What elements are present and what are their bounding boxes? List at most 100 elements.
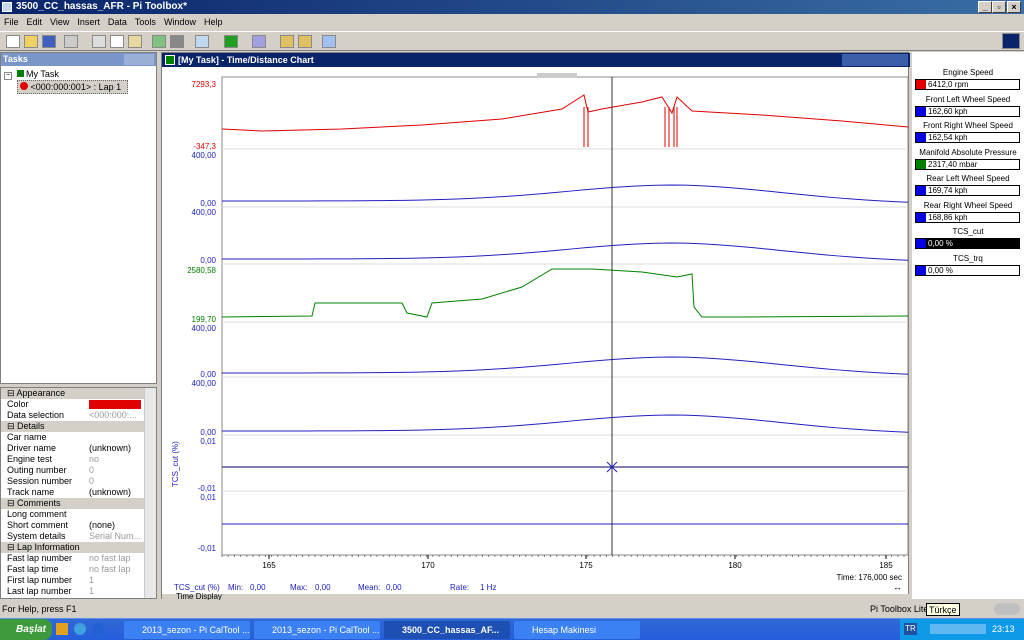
property-key: Data selection — [7, 410, 65, 420]
property-key: Engine test — [7, 454, 53, 464]
channel-label: Front Right Wheel Speed — [923, 121, 1013, 130]
property-row[interactable]: Data selection <000:000:... — [1, 410, 156, 421]
property-section-header[interactable]: ⊟ Comments — [1, 498, 156, 509]
property-row[interactable]: Car name — [1, 432, 156, 443]
task-icon — [16, 70, 24, 77]
y-axis-label: 0,00 — [200, 370, 216, 379]
start-button[interactable]: Başlat — [0, 619, 52, 640]
property-row[interactable]: Last lap number 1 — [1, 586, 156, 597]
time-readout: Time: 176,000 sec — [836, 573, 902, 582]
time-distance-chart[interactable]: 7293,3-347,3400,000,00400,000,002580,581… — [162, 67, 910, 600]
property-key: System details — [7, 531, 66, 541]
paste-icon[interactable] — [128, 35, 142, 48]
taskbar-button-pi-toolbox[interactable]: 3500_CC_hassas_AF... — [384, 621, 510, 639]
channel-label: TCS_cut — [952, 227, 984, 236]
app-icon — [2, 2, 12, 12]
copy-icon[interactable] — [110, 35, 124, 48]
taskbar-button-caltool-2[interactable]: 2013_sezon - Pi CalTool ... — [254, 621, 380, 639]
menu-insert[interactable]: Insert — [73, 17, 104, 27]
stats-mean: 0,00 — [386, 583, 402, 592]
data-icon[interactable] — [152, 35, 166, 48]
tree-item-lap[interactable]: <000:000:001> : Lap 1 — [17, 80, 129, 94]
property-row[interactable]: Color — [1, 399, 156, 410]
browser-icon[interactable] — [92, 623, 104, 635]
stats-max-label: Max: — [290, 583, 307, 592]
tree-item-my-task[interactable]: − My Task — [4, 68, 59, 80]
property-key: First lap number — [7, 575, 73, 585]
menu-file[interactable]: File — [0, 17, 23, 27]
color-icon[interactable] — [224, 35, 238, 48]
property-value: <000:000:... — [89, 410, 137, 420]
x-tick-label: 170 — [421, 561, 435, 570]
property-value: no fast lap — [89, 553, 131, 563]
display-icon[interactable] — [195, 35, 209, 48]
menu-edit[interactable]: Edit — [23, 17, 47, 27]
print-icon[interactable] — [64, 35, 78, 48]
property-row[interactable]: Fast lap number no fast lap — [1, 553, 156, 564]
properties-scrollbar[interactable] — [144, 388, 156, 598]
y-axis-label: -347,3 — [193, 142, 216, 151]
menu-window[interactable]: Window — [160, 17, 200, 27]
chart-icon — [165, 55, 175, 65]
menu-view[interactable]: View — [46, 17, 73, 27]
ie-icon[interactable] — [74, 623, 86, 635]
y-axis-label: 2580,58 — [187, 266, 216, 275]
property-key: Long comment — [7, 509, 67, 519]
collapse-icon[interactable]: − — [4, 72, 12, 80]
property-row[interactable]: Track name (unknown) — [1, 487, 156, 498]
export-icon[interactable] — [170, 35, 184, 48]
layout-icon[interactable] — [1002, 33, 1020, 49]
taskbar-button-caltool-1[interactable]: 2013_sezon - Pi CalTool ... — [124, 621, 250, 639]
taskbar-button-calculator[interactable]: Hesap Makinesi — [514, 621, 640, 639]
channel-values-panel: Engine Speed 6412,0 rpm Front Left Wheel S… — [912, 52, 1024, 599]
property-row[interactable]: Short comment (none) — [1, 520, 156, 531]
property-value: (none) — [89, 520, 116, 530]
menu-data[interactable]: Data — [104, 17, 131, 27]
property-section-header[interactable]: ⊟ Appearance — [1, 388, 156, 399]
property-row[interactable]: Fast lap time no fast lap — [1, 564, 156, 575]
panel-nav-icon[interactable] — [124, 54, 154, 65]
language-indicator[interactable]: TR — [904, 623, 917, 635]
menu-tools[interactable]: Tools — [131, 17, 160, 27]
close-button[interactable]: × — [1007, 1, 1021, 13]
property-value: 1 — [89, 575, 95, 585]
property-key: Car name — [7, 432, 47, 442]
lock-icon[interactable] — [280, 35, 294, 48]
channel-color-swatch — [916, 265, 926, 275]
property-value: (unknown) — [89, 443, 132, 453]
cut-icon[interactable] — [92, 35, 106, 48]
save-icon[interactable] — [42, 35, 56, 48]
property-key: Fast lap time — [7, 564, 59, 574]
property-row[interactable]: System details Serial Num... — [1, 531, 156, 542]
properties-panel: ⊟ Appearance Color Data selection <000:000:… — [0, 387, 157, 599]
help-icon[interactable] — [322, 35, 336, 48]
channel-value: 162,60 kph — [915, 105, 1020, 117]
new-icon[interactable] — [6, 35, 20, 48]
property-section-header[interactable]: ⊟ Lap Information — [1, 542, 156, 553]
property-row[interactable]: First lap number 1 — [1, 575, 156, 586]
property-row[interactable]: Driver name (unknown) — [1, 443, 156, 454]
open-icon[interactable] — [24, 35, 38, 48]
minimize-button[interactable]: _ — [978, 1, 992, 13]
property-value: no — [89, 454, 100, 464]
property-section-header[interactable]: ⊟ Details — [1, 421, 156, 432]
property-row[interactable]: Engine test no — [1, 454, 156, 465]
chart-window: [My Task] - Time/Distance Chart 7293,3 -3… — [161, 52, 910, 600]
property-row[interactable]: Session number 0 — [1, 476, 156, 487]
tray-icons[interactable] — [930, 624, 986, 634]
maximize-button[interactable]: ▫ — [992, 1, 1006, 13]
property-value: (unknown) — [89, 487, 132, 497]
property-key: Session number — [7, 476, 73, 486]
resize-arrows-icon: ↔ — [893, 582, 902, 592]
unlock-icon[interactable] — [298, 35, 312, 48]
tools-icon[interactable] — [252, 35, 266, 48]
chart-window-controls-icon[interactable] — [842, 54, 908, 66]
channel-color-swatch — [916, 159, 926, 169]
time-display-tab[interactable]: Time Display — [176, 592, 222, 600]
y-axis-label: 400,00 — [192, 324, 217, 333]
property-row[interactable]: Long comment — [1, 509, 156, 520]
quicklaunch-icon[interactable] — [56, 623, 68, 635]
property-key: Last lap number — [7, 586, 72, 596]
property-row[interactable]: Outing number 0 — [1, 465, 156, 476]
menu-help[interactable]: Help — [200, 17, 227, 27]
